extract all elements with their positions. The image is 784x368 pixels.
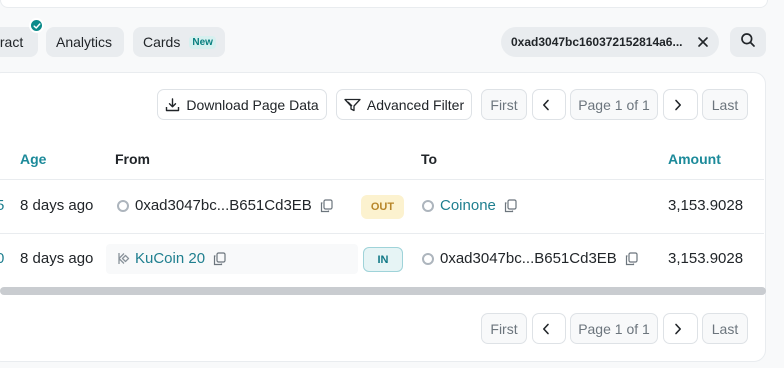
last-page-button[interactable]: Last (702, 89, 748, 120)
row-1-from-address[interactable]: 0xad3047bc...B651Cd3EB (135, 197, 312, 214)
chevron-left-icon (542, 99, 556, 111)
tab-analytics[interactable]: Analytics (46, 27, 124, 57)
download-icon (165, 97, 186, 112)
search-icon (740, 32, 756, 53)
column-from: From (115, 151, 150, 167)
top-card-edge (0, 0, 768, 8)
first-page-button-bottom[interactable]: First (481, 313, 527, 344)
row-1-edge-cell[interactable]: 5 (0, 197, 4, 214)
row-2-age: 8 days ago (20, 250, 94, 267)
close-icon[interactable] (693, 32, 713, 52)
column-age[interactable]: Age (20, 151, 46, 167)
direction-in-badge: IN (363, 247, 403, 272)
copy-icon[interactable] (320, 198, 333, 213)
last-page-button-bottom[interactable]: Last (702, 313, 748, 344)
row-2-edge-cell[interactable]: 0 (0, 250, 4, 267)
address-filter-value: 0xad3047bc160372152814a6... (511, 35, 683, 49)
first-page-label: First (490, 96, 518, 113)
search-button[interactable] (730, 27, 766, 57)
prev-page-button[interactable] (532, 89, 566, 120)
copy-icon[interactable] (504, 198, 517, 213)
row-2-to-address[interactable]: 0xad3047bc...B651Cd3EB (440, 250, 617, 267)
row-1-from: 0xad3047bc...B651Cd3EB (117, 197, 333, 214)
page-indicator-label: Page 1 of 1 (578, 320, 650, 337)
next-page-button-bottom[interactable] (663, 313, 698, 344)
first-page-label: First (490, 320, 518, 337)
page-indicator: Page 1 of 1 (570, 89, 658, 120)
horizontal-scrollbar[interactable] (0, 287, 766, 295)
verified-check-icon (29, 18, 44, 33)
last-page-label: Last (711, 96, 739, 113)
tab-cards[interactable]: Cards New (133, 27, 225, 57)
row-2-from-address[interactable]: KuCoin 20 (135, 250, 205, 267)
page-indicator-label: Page 1 of 1 (578, 96, 650, 113)
download-page-data-button[interactable]: Download Page Data (157, 89, 327, 120)
direction-out-badge: OUT (361, 195, 404, 219)
chevron-left-icon (542, 323, 556, 335)
new-badge: New (189, 35, 216, 49)
tab-contract-label: tract (0, 34, 24, 50)
header-divider (0, 179, 764, 180)
first-page-button[interactable]: First (481, 89, 527, 120)
address-circle-icon (422, 252, 434, 265)
row-1-amount: 3,153.9028 (668, 197, 744, 214)
tab-cards-label: Cards (143, 34, 181, 50)
advanced-filter-label: Advanced Filter (366, 96, 465, 113)
copy-icon[interactable] (625, 251, 638, 266)
filter-icon (344, 98, 367, 112)
row-2-to: 0xad3047bc...B651Cd3EB (422, 250, 638, 267)
exchange-icon (117, 252, 130, 265)
copy-icon[interactable] (213, 251, 226, 266)
download-label: Download Page Data (186, 96, 319, 113)
last-page-label: Last (711, 320, 739, 337)
address-filter-chip: 0xad3047bc160372152814a6... (501, 27, 719, 57)
row-2-from: KuCoin 20 (117, 250, 226, 267)
address-circle-icon (117, 199, 129, 212)
page-indicator-bottom: Page 1 of 1 (570, 313, 658, 344)
column-to: To (421, 151, 438, 167)
row-1-age: 8 days ago (20, 197, 94, 214)
row-1-to-address[interactable]: Coinone (440, 197, 496, 214)
chevron-right-icon (674, 323, 688, 335)
chevron-right-icon (674, 99, 688, 111)
row-divider (0, 233, 764, 234)
column-amount[interactable]: Amount (668, 151, 721, 167)
tab-analytics-label: Analytics (56, 34, 113, 50)
row-1-to: Coinone (422, 197, 517, 214)
row-2-amount: 3,153.9028 (668, 250, 744, 267)
advanced-filter-button[interactable]: Advanced Filter (336, 89, 472, 120)
address-circle-icon (422, 199, 434, 212)
prev-page-button-bottom[interactable] (532, 313, 566, 344)
next-page-button[interactable] (663, 89, 698, 120)
